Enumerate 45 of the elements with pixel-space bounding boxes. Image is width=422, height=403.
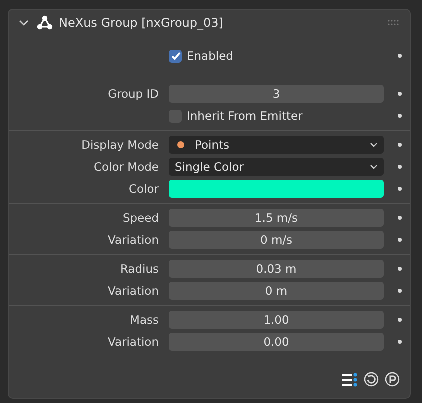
keyframe-dot[interactable] xyxy=(398,289,402,293)
chevron-down-icon xyxy=(370,142,378,148)
field-label: Group ID xyxy=(107,87,159,101)
checkbox-label[interactable]: Inherit From Emitter xyxy=(187,109,303,123)
number-field[interactable]: 1.5 m/s xyxy=(169,209,384,227)
chevron-down-icon xyxy=(370,164,378,170)
preset-icon[interactable] xyxy=(384,372,400,387)
field-label: Mass xyxy=(129,313,159,327)
checkbox[interactable] xyxy=(169,50,182,62)
number-field[interactable]: 3 xyxy=(169,85,384,103)
color-swatch[interactable] xyxy=(169,180,384,198)
refresh-icon[interactable] xyxy=(363,372,379,387)
keyframe-dot[interactable] xyxy=(398,92,402,96)
keyframe-dot[interactable] xyxy=(398,187,402,191)
field-label: Color xyxy=(128,182,159,196)
number-field[interactable]: 0.00 xyxy=(169,333,384,351)
point-icon xyxy=(177,141,185,149)
keyframe-dot[interactable] xyxy=(398,143,402,147)
number-field[interactable]: 1.00 xyxy=(169,311,384,329)
list-icon[interactable] xyxy=(342,372,358,387)
number-field[interactable]: 0 m/s xyxy=(169,231,384,249)
keyframe-dot[interactable] xyxy=(398,238,402,242)
checkbox-label[interactable]: Enabled xyxy=(187,49,234,63)
keyframe-dot[interactable] xyxy=(398,216,402,220)
number-field[interactable]: 0.03 m xyxy=(169,260,384,278)
keyframe-dot[interactable] xyxy=(398,114,402,118)
field-label: Color Mode xyxy=(92,160,159,174)
panel-title: NeXus Group [nxGroup_03] xyxy=(59,16,224,30)
number-field[interactable]: 0 m xyxy=(169,282,384,300)
dropdown[interactable]: Points xyxy=(169,136,384,154)
field-label: Variation xyxy=(106,284,159,298)
keyframe-dot[interactable] xyxy=(398,54,402,58)
keyframe-dot[interactable] xyxy=(398,340,402,344)
field-label: Speed xyxy=(122,211,159,225)
collapse-chevron-icon[interactable] xyxy=(19,18,29,28)
keyframe-dot[interactable] xyxy=(398,318,402,322)
drag-handle-icon[interactable] xyxy=(388,20,400,26)
dropdown[interactable]: Single Color xyxy=(169,158,384,176)
field-label: Display Mode xyxy=(80,138,159,152)
keyframe-dot[interactable] xyxy=(398,267,402,271)
field-label: Variation xyxy=(106,335,159,349)
node-group-icon xyxy=(37,15,53,31)
field-label: Variation xyxy=(106,233,159,247)
keyframe-dot[interactable] xyxy=(398,165,402,169)
field-label: Radius xyxy=(119,262,159,276)
